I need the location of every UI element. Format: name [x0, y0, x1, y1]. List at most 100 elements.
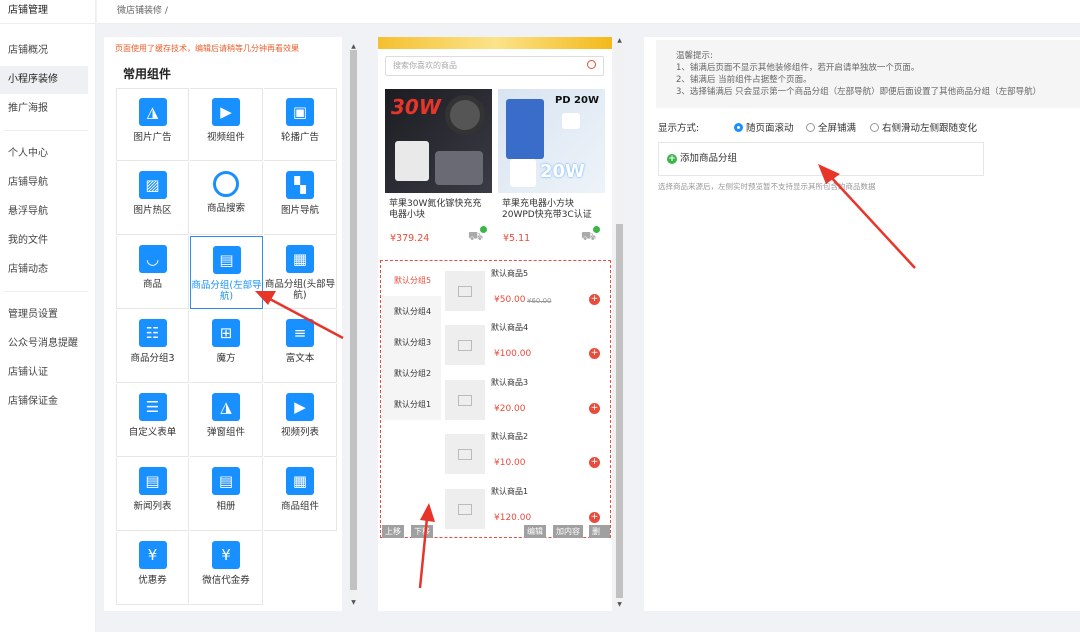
group-category[interactable]: 默认分组4 — [381, 296, 441, 327]
component-product[interactable]: ◡ 商品 — [116, 236, 189, 309]
nav-item-store-deposit[interactable]: 店铺保证金 — [0, 388, 88, 416]
group-category[interactable]: 默认分组3 — [381, 327, 441, 358]
product-price: ¥5.11 — [503, 233, 531, 244]
move-down-button[interactable]: 下移 — [411, 525, 433, 538]
group-category[interactable]: 默认分组5 — [381, 265, 441, 296]
nav-item-personal-center[interactable]: 个人中心 — [0, 140, 88, 168]
component-wechat-voucher[interactable]: ¥ 微信代金券 — [190, 532, 263, 605]
component-album[interactable]: ▤ 相册 — [190, 458, 263, 531]
breadcrumb: 微店铺装修 / — [97, 0, 1080, 24]
cube-icon: ⊞ — [212, 319, 240, 347]
add-icon[interactable]: + — [589, 512, 600, 523]
group-product-item[interactable]: 默认商品5 ¥50.00 ¥60.00 + — [445, 265, 608, 313]
product-title: 苹果充电器小方块20WPD快充带3C认证 — [502, 199, 592, 220]
component-coupon[interactable]: ¥ 优惠券 — [116, 532, 189, 605]
product-image: PD 20W 20W — [498, 89, 605, 193]
nav-item-promo-poster[interactable]: 推广海报 — [0, 95, 88, 123]
component-hotspot[interactable]: ▨ 图片热区 — [116, 162, 189, 235]
video-icon: ▶ — [212, 98, 240, 126]
edit-button[interactable]: 编辑 — [524, 525, 546, 538]
scroll-thumb[interactable] — [616, 224, 623, 598]
wechat-voucher-icon: ¥ — [212, 541, 240, 569]
component-cube[interactable]: ⊞ 魔方 — [190, 310, 263, 383]
preview-scrollbar[interactable]: ▲ ▼ — [615, 37, 624, 609]
plus-circle-icon: + — [667, 154, 677, 164]
add-icon[interactable]: + — [589, 348, 600, 359]
product-price: ¥379.24 — [390, 233, 430, 244]
add-product-group-button[interactable]: + 添加商品分组 — [658, 142, 984, 176]
nav-item-store-overview[interactable]: 店铺概况 — [0, 37, 88, 65]
settings-panel: 温馨提示: 1、铺满后页面不显示其他装修组件，若开启请单独放一个页面。 2、铺满… — [644, 37, 1080, 611]
preview-search-input[interactable]: 搜索你喜欢的商品 — [385, 56, 604, 76]
group-product-item[interactable]: 默认商品4 ¥100.00 + — [445, 319, 608, 367]
component-popup[interactable]: ◮ 弹窗组件 — [190, 384, 263, 457]
add-icon[interactable]: + — [589, 294, 600, 305]
component-product-search[interactable]: 商品搜索 — [190, 162, 263, 235]
nav-item-admin-settings[interactable]: 管理员设置 — [0, 301, 88, 329]
delete-button[interactable]: 删除 — [589, 525, 610, 549]
radio-fullscreen[interactable]: 全屏铺满 — [806, 120, 856, 134]
component-product-component[interactable]: ▦ 商品组件 — [264, 458, 337, 531]
image-nav-icon: ▚ — [286, 171, 314, 199]
nav-item-mp-notify[interactable]: 公众号消息提醒 — [0, 330, 88, 358]
preview-banner — [378, 37, 612, 49]
component-video-list[interactable]: ▶ 视频列表 — [264, 384, 337, 457]
component-image-nav[interactable]: ▚ 图片导航 — [264, 162, 337, 235]
cart-icon[interactable]: ⛟ — [581, 226, 600, 243]
preview-product-card[interactable]: 30W 苹果30W氮化镓快充充电器小块 ¥379.24 ⛟ — [385, 89, 492, 251]
scroll-down-icon[interactable]: ▼ — [349, 599, 358, 606]
nav-item-store-feed[interactable]: 店铺动态 — [0, 256, 88, 284]
group-product-item[interactable]: 默认商品1 ¥120.00 + — [445, 483, 608, 531]
nav-item-store-nav[interactable]: 店铺导航 — [0, 169, 88, 197]
scroll-up-icon[interactable]: ▲ — [349, 43, 358, 50]
display-mode-label: 显示方式: — [658, 123, 700, 134]
nav-item-floating-nav[interactable]: 悬浮导航 — [0, 198, 88, 226]
form-icon: ☰ — [138, 393, 167, 421]
image-placeholder-icon — [445, 271, 485, 311]
image-icon: ◮ — [138, 98, 167, 126]
group-product-item[interactable]: 默认商品2 ¥10.00 + — [445, 428, 608, 476]
group-left-icon: ▤ — [212, 246, 241, 274]
preview-product-card[interactable]: PD 20W 20W 苹果充电器小方块20WPD快充带3C认证 ¥5.11 ⛟ — [498, 89, 605, 251]
component-panel-scrollbar[interactable]: ▲ ▼ — [349, 43, 358, 606]
radio-checked-icon — [734, 123, 743, 132]
radio-right-slide-left-follow[interactable]: 右侧滑动左侧跟随变化 — [870, 120, 977, 134]
add-icon[interactable]: + — [589, 403, 600, 414]
scroll-down-icon[interactable]: ▼ — [615, 601, 624, 608]
component-carousel[interactable]: ▣ 轮播广告 — [264, 88, 337, 161]
component-group-left-nav[interactable]: ▤ 商品分组(左部导航) — [190, 236, 263, 309]
add-icon[interactable]: + — [589, 457, 600, 468]
group-product-item[interactable]: 默认商品3 ¥20.00 + — [445, 374, 608, 422]
nav-item-my-files[interactable]: 我的文件 — [0, 227, 88, 255]
group3-icon: ☷ — [138, 319, 167, 347]
component-video[interactable]: ▶ 视频组件 — [190, 88, 263, 161]
product-component-icon: ▦ — [286, 467, 314, 495]
nav-item-store-cert[interactable]: 店铺认证 — [0, 359, 88, 387]
radio-scroll-with-page[interactable]: 随页面滚动 — [734, 120, 794, 134]
group-category[interactable]: 默认分组2 — [381, 358, 441, 389]
scroll-thumb[interactable] — [350, 50, 357, 590]
component-richtext[interactable]: ≡ 富文本 — [264, 310, 337, 383]
component-image-ad[interactable]: ◮ 图片广告 — [116, 88, 189, 161]
video-list-icon: ▶ — [286, 393, 314, 421]
hotspot-icon: ▨ — [138, 171, 167, 199]
component-news-list[interactable]: ▤ 新闻列表 — [116, 458, 189, 531]
nav-item-miniapp-decoration[interactable]: 小程序装修 — [0, 66, 88, 94]
news-icon: ▤ — [138, 467, 167, 495]
component-group-top-nav[interactable]: ▦ 商品分组(头部导航) — [264, 236, 337, 309]
scroll-up-icon[interactable]: ▲ — [615, 37, 624, 44]
source-note: 选择商品来源后，左侧实时预览暂不支持显示其所包含的商品数据 — [658, 182, 876, 191]
component-group3[interactable]: ☷ 商品分组3 — [116, 310, 189, 383]
product-icon: ◡ — [138, 245, 167, 273]
move-up-button[interactable]: 上移 — [382, 525, 404, 538]
component-custom-form[interactable]: ☰ 自定义表单 — [116, 384, 189, 457]
nav-divider — [4, 291, 88, 292]
group-category[interactable]: 默认分组1 — [381, 389, 441, 420]
coupon-icon: ¥ — [138, 541, 167, 569]
add-content-button[interactable]: 加内容 — [553, 525, 583, 538]
radio-icon — [806, 123, 815, 132]
product-group-widget[interactable]: 默认分组5 默认分组4 默认分组3 默认分组2 默认分组1 默认商品5 ¥50.… — [380, 260, 611, 549]
popup-icon: ◮ — [212, 393, 240, 421]
component-panel: 页面使用了缓存技术，编辑后请稍等几分钟再看效果 常用组件 ◮ 图片广告 ▶ 视频组件… — [104, 37, 342, 611]
cart-icon[interactable]: ⛟ — [468, 226, 487, 243]
